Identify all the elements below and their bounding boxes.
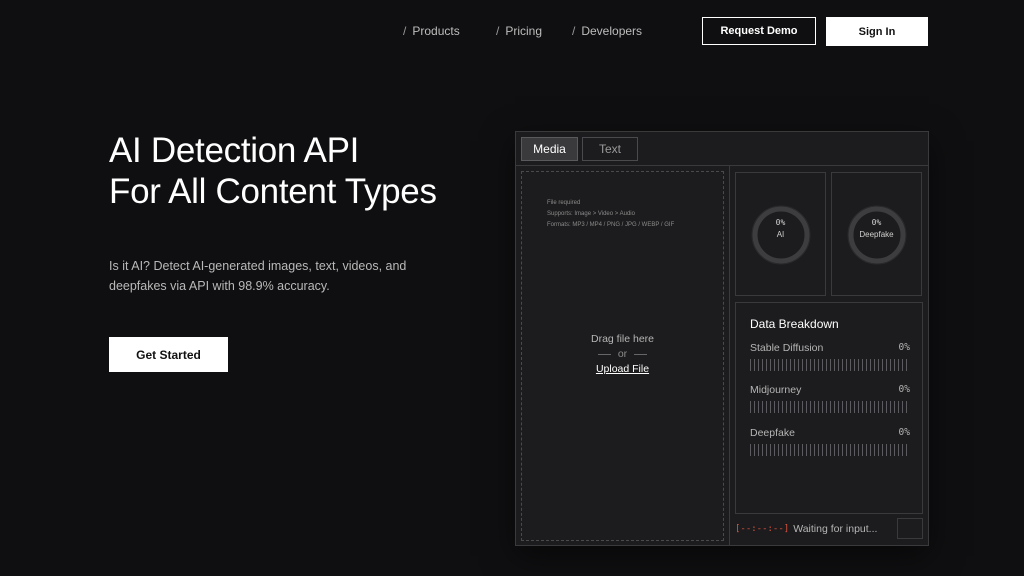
breakdown-row-stable-diffusion: Stable Diffusion 0% xyxy=(750,342,910,371)
breakdown-label: Deepfake xyxy=(750,427,795,439)
dropzone-info: File required Supports: Image > Video > … xyxy=(547,198,674,231)
dropzone-info-required: File required xyxy=(547,200,581,206)
breakdown-label: Midjourney xyxy=(750,384,802,396)
hero-description: Is it AI? Detect AI-generated images, te… xyxy=(109,259,407,293)
upload-file-link[interactable]: Upload File xyxy=(596,363,649,375)
hero-title: AI Detection API For All Content Types xyxy=(109,130,437,212)
or-line-left xyxy=(597,353,611,355)
nav-slash: / xyxy=(403,24,407,38)
breakdown-percent: 0% xyxy=(898,427,910,438)
nav-pricing-label: Pricing xyxy=(505,24,543,38)
ai-score-percent: 0% xyxy=(775,218,786,227)
or-line-right xyxy=(634,353,648,355)
ai-score-label: AI xyxy=(776,230,785,239)
breakdown-title: Data Breakdown xyxy=(750,317,839,331)
hero-title-line-1: AI Detection API xyxy=(109,131,360,170)
drag-file-text: Drag file here xyxy=(590,333,655,345)
status-indicator-box xyxy=(897,518,923,539)
ai-score-card: 0% AI xyxy=(735,172,826,296)
breakdown-percent: 0% xyxy=(898,342,910,353)
breakdown-percent: 0% xyxy=(898,384,910,395)
nav-slash: / xyxy=(572,24,576,38)
breakdown-bar xyxy=(750,401,910,413)
panel-divider xyxy=(729,165,730,545)
dropzone-info-formats: Formats: MP3 / MP4 / PNG / JPG / WEBP / … xyxy=(547,222,675,228)
status-bar: [--:--:--] Waiting for input... xyxy=(735,518,923,540)
tab-text[interactable]: Text xyxy=(582,137,638,161)
or-text: or xyxy=(617,348,628,360)
request-demo-button[interactable]: Request Demo xyxy=(702,17,816,45)
dropzone-prompt: Drag file here or Upload File xyxy=(522,333,723,375)
sign-in-button[interactable]: Sign In xyxy=(826,17,928,46)
status-timestamp: [--:--:--] xyxy=(735,524,790,534)
nav-pricing-link[interactable]: / Pricing xyxy=(496,24,542,38)
deepfake-score-percent: 0% xyxy=(871,218,882,227)
ai-score-text: 0% AI xyxy=(736,217,825,241)
dropzone-info-supports: Supports: Image > Video > Audio xyxy=(547,211,635,217)
get-started-button[interactable]: Get Started xyxy=(109,337,228,372)
breakdown-bar xyxy=(750,444,910,456)
tab-media[interactable]: Media xyxy=(521,137,578,161)
or-separator: or xyxy=(522,348,723,360)
file-dropzone[interactable]: File required Supports: Image > Video > … xyxy=(521,171,724,541)
deepfake-score-label: Deepfake xyxy=(859,230,894,239)
hero-title-line-2: For All Content Types xyxy=(109,172,437,211)
breakdown-label: Stable Diffusion xyxy=(750,342,824,354)
nav-developers-link[interactable]: / Developers xyxy=(572,24,642,38)
nav-slash: / xyxy=(496,24,500,38)
data-breakdown-card: Data Breakdown Stable Diffusion 0% Midjo… xyxy=(735,302,923,514)
breakdown-row-midjourney: Midjourney 0% xyxy=(750,384,910,413)
breakdown-bar xyxy=(750,359,910,371)
status-message: Waiting for input... xyxy=(793,523,878,535)
nav-products-link[interactable]: / Products xyxy=(403,24,460,38)
nav-developers-label: Developers xyxy=(581,24,643,38)
deepfake-score-card: 0% Deepfake xyxy=(831,172,922,296)
detection-panel: Media Text File required Supports: Image… xyxy=(515,131,929,546)
tabs-divider xyxy=(516,165,928,166)
nav-products-label: Products xyxy=(412,24,460,38)
deepfake-score-text: 0% Deepfake xyxy=(832,217,921,241)
breakdown-row-deepfake: Deepfake 0% xyxy=(750,427,910,456)
